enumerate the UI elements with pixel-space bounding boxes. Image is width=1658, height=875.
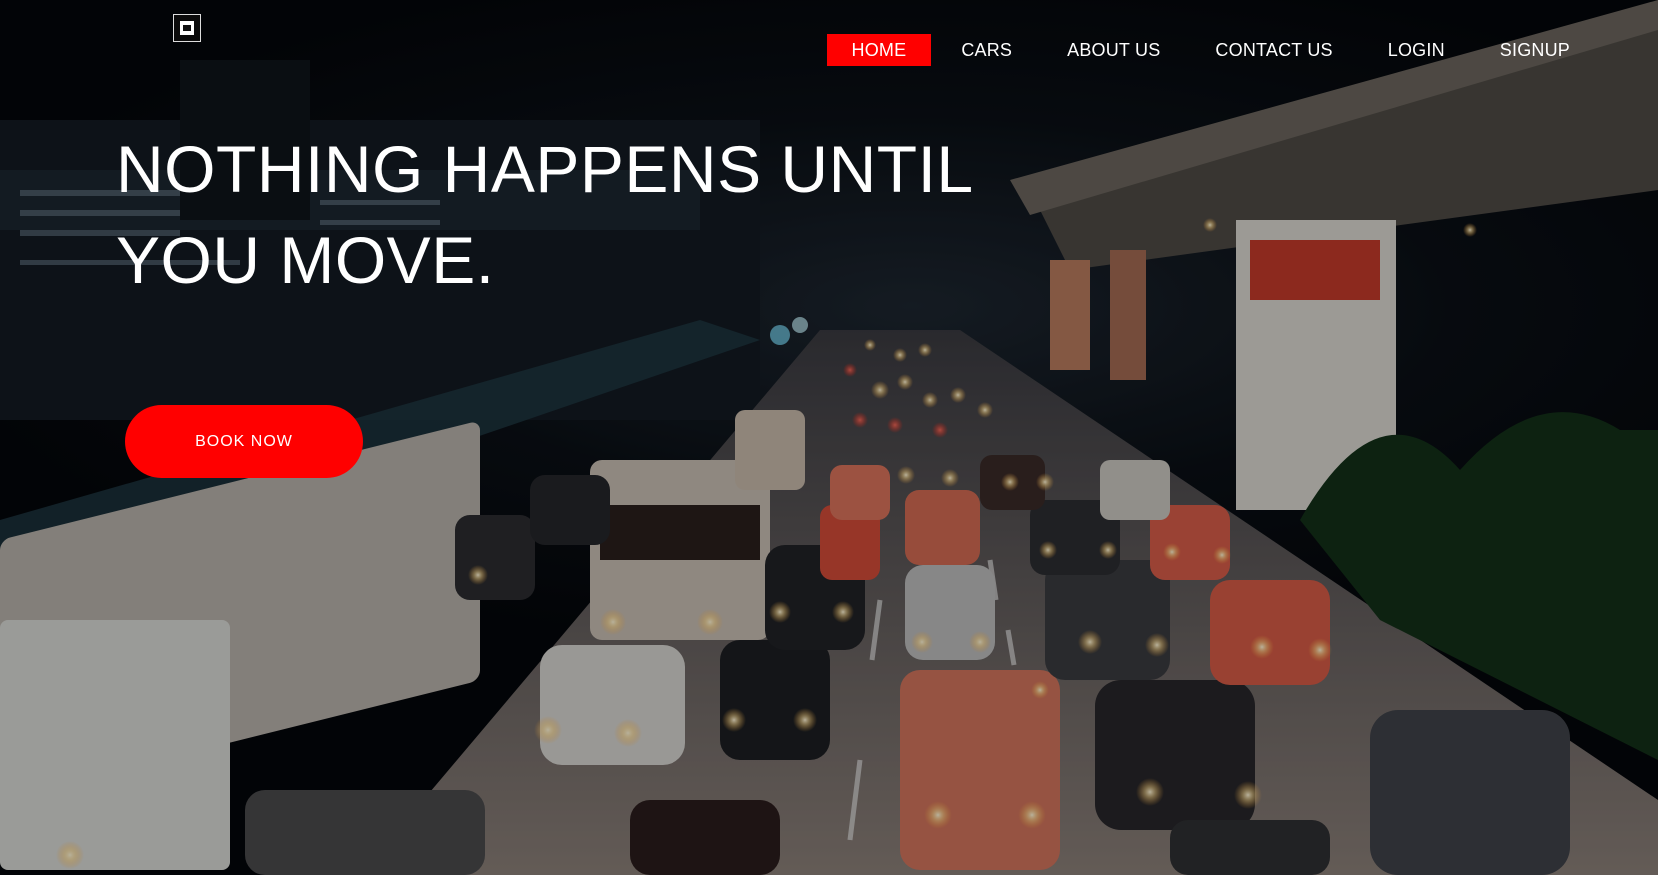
car-logo-icon	[180, 21, 194, 35]
nav-about-us[interactable]: ABOUT US	[1067, 34, 1160, 66]
book-now-button[interactable]: BOOK NOW	[125, 405, 363, 478]
hero-headline: NOTHING HAPPENS UNTIL YOU MOVE.	[116, 124, 976, 306]
nav-contact-us[interactable]: CONTACT US	[1215, 34, 1332, 66]
main-nav: HOME CARS ABOUT US CONTACT US LOGIN SIGN…	[826, 34, 1571, 66]
headline-line-2: YOU MOVE.	[116, 223, 495, 297]
headline-line-1: NOTHING HAPPENS UNTIL	[116, 132, 974, 206]
nav-home[interactable]: HOME	[826, 34, 932, 66]
site-logo[interactable]	[173, 14, 201, 42]
nav-signup[interactable]: SIGNUP	[1500, 34, 1570, 66]
nav-cars[interactable]: CARS	[961, 34, 1012, 66]
nav-login[interactable]: LOGIN	[1388, 34, 1445, 66]
